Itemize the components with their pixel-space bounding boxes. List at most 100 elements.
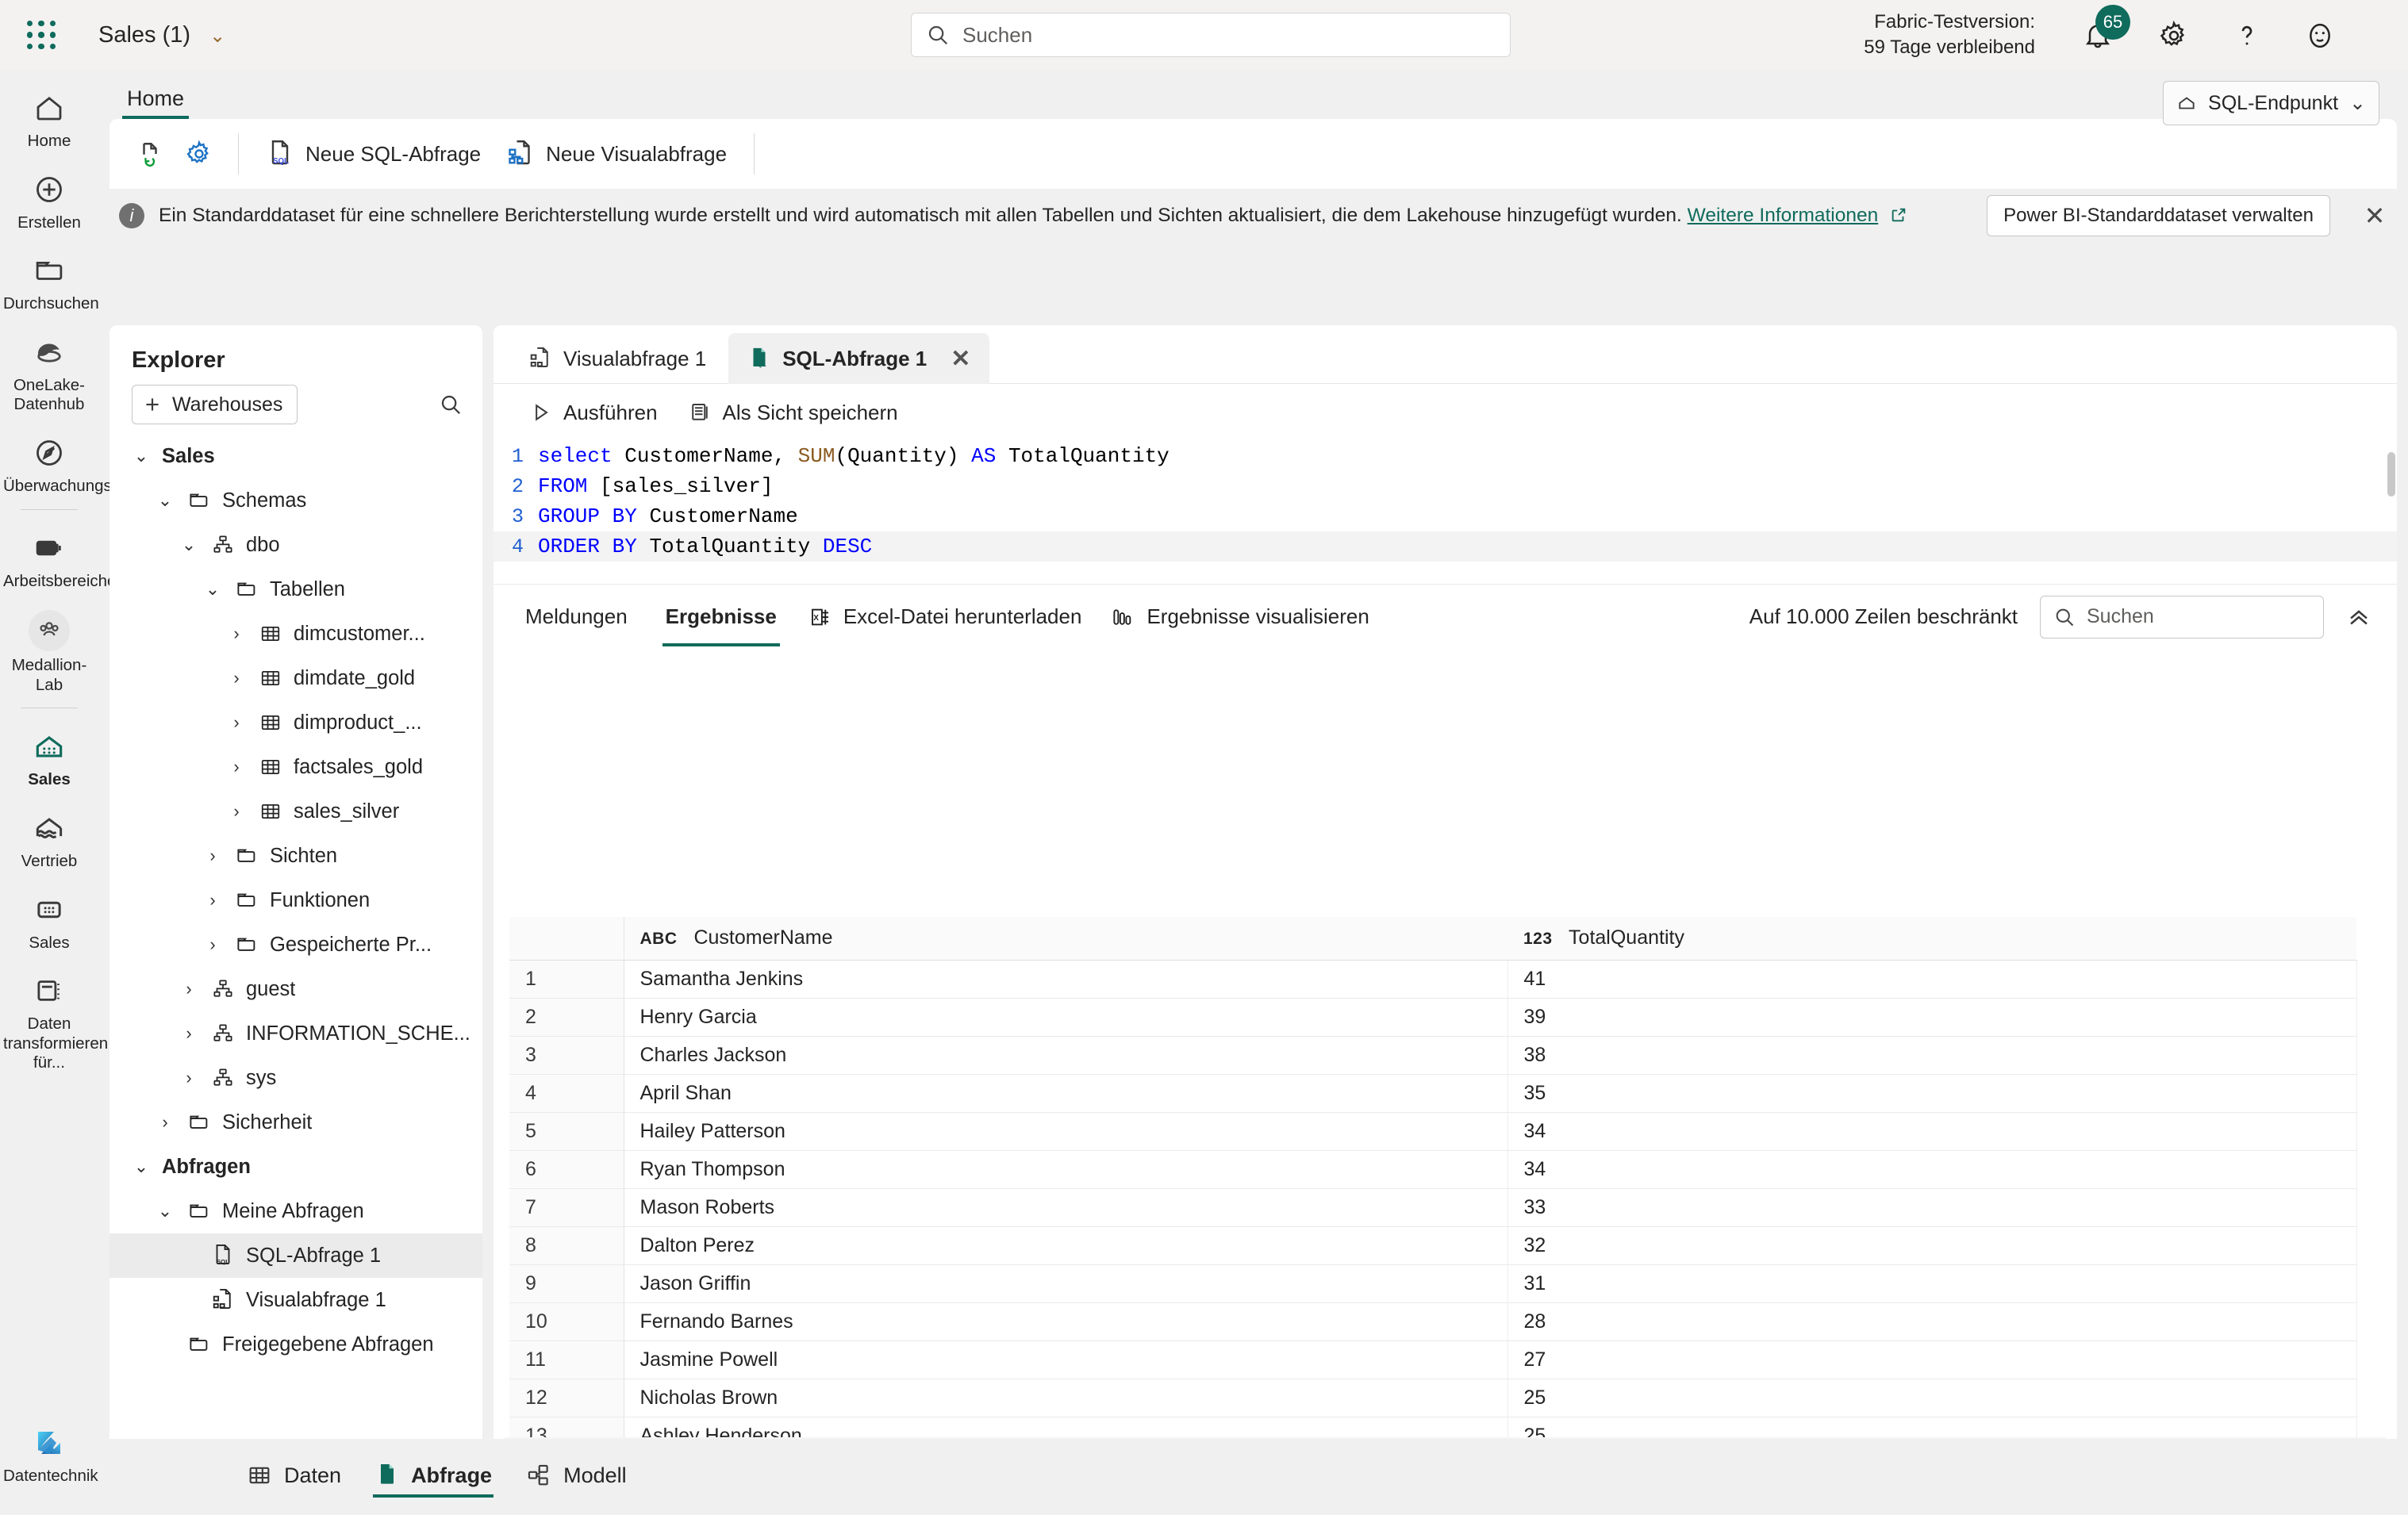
cell-totalquantity[interactable]: 41 [1507,960,2357,999]
code-line[interactable]: 4 ORDER BY TotalQuantity DESC [494,531,2397,562]
cell-customername[interactable]: Mason Roberts [624,1188,1508,1227]
chevron-double-up-icon[interactable] [2341,600,2376,635]
column-header-totalquantity[interactable]: 123 TotalQuantity [1507,917,2356,961]
chevron-right-icon[interactable]: › [202,934,224,955]
sidebar-item-medallion-lab[interactable]: Medallion-Lab [0,602,98,700]
cell-totalquantity[interactable]: 32 [1507,1226,2357,1265]
cell-totalquantity[interactable]: 39 [1507,998,2357,1037]
notification-badge[interactable]: 65 [2095,5,2130,40]
tab-home[interactable]: Home [122,86,190,119]
results-search-input[interactable]: Suchen [2040,595,2324,639]
tree-item-dimdate-gold[interactable]: › dimdate_gold [109,656,482,700]
tree-item-sales[interactable]: ⌄ Sales [109,434,482,478]
sidebar-item-sales-lakehouse[interactable]: Sales [0,719,98,795]
cell-customername[interactable]: Jason Griffin [624,1264,1508,1303]
cell-totalquantity[interactable]: 34 [1507,1150,2357,1189]
download-excel-button[interactable]: X Excel-Datei herunterladen [808,604,1081,629]
table-row[interactable]: 9 Jason Griffin 31 [509,1264,2357,1303]
sql-editor[interactable]: 1 select CustomerName, SUM(Quantity) AS T… [494,441,2397,584]
sidebar-item-sales-dataset[interactable]: Sales [0,883,98,958]
cell-customername[interactable]: Charles Jackson [624,1036,1508,1075]
table-row[interactable]: 11 Jasmine Powell 27 [509,1340,2357,1379]
external-link-icon[interactable] [1890,205,1907,226]
table-row[interactable]: 2 Henry Garcia 39 [509,998,2357,1037]
code-line[interactable]: 3 GROUP BY CustomerName [494,501,2397,531]
cell-totalquantity[interactable]: 27 [1507,1340,2357,1379]
chevron-down-icon[interactable]: ⌄ [178,535,200,555]
close-icon[interactable]: ✕ [2359,200,2391,232]
cell-totalquantity[interactable]: 33 [1507,1188,2357,1227]
save-as-view-button[interactable]: Als Sicht speichern [677,394,909,431]
table-row[interactable]: 1 Samantha Jenkins 41 [509,960,2357,999]
code-line[interactable]: 1 select CustomerName, SUM(Quantity) AS T… [494,441,2397,471]
chevron-right-icon[interactable]: › [178,1068,200,1088]
chevron-right-icon[interactable]: › [225,668,248,688]
workspace-selector[interactable]: Sales (1) ⌄ [98,22,225,48]
chevron-right-icon[interactable]: › [202,890,224,911]
cell-customername[interactable]: Fernando Barnes [624,1302,1508,1341]
refresh-file-icon[interactable] [127,131,173,177]
new-sql-query-button[interactable]: SQL Neue SQL-Abfrage [255,132,492,176]
results-grid[interactable]: ABC CustomerName 123 TotalQuantity 1 Sama… [509,917,2397,1480]
cell-totalquantity[interactable]: 25 [1507,1379,2357,1417]
code-line[interactable]: 2 FROM [sales_silver] [494,471,2397,501]
chevron-right-icon[interactable]: › [225,712,248,733]
chevron-down-icon[interactable]: ⌄ [202,579,224,600]
cell-customername[interactable]: Hailey Patterson [624,1112,1508,1151]
smiley-icon[interactable] [2299,14,2341,57]
table-row[interactable]: 12 Nicholas Brown 25 [509,1379,2357,1417]
gear-icon[interactable] [176,131,222,177]
search-icon[interactable] [433,387,468,422]
table-row[interactable]: 8 Dalton Perez 32 [509,1226,2357,1265]
tree-item-information-sche[interactable]: › INFORMATION_SCHE... [109,1011,482,1056]
column-header-customername[interactable]: ABC CustomerName [624,917,1507,961]
table-row[interactable]: 5 Hailey Patterson 34 [509,1112,2357,1151]
sidebar-item-erstellen[interactable]: Erstellen [0,163,98,238]
tab-sql-abfrage-1[interactable]: SQL SQL-Abfrage 1 ✕ [728,333,990,384]
chevron-down-icon[interactable]: ⌄ [154,1201,176,1222]
cell-customername[interactable]: Henry Garcia [624,998,1508,1037]
add-warehouses-button[interactable]: Warehouses [132,385,298,424]
chevron-right-icon[interactable]: › [225,623,248,644]
tree-item-sys[interactable]: › sys [109,1056,482,1100]
editor-scrollbar[interactable] [2387,452,2395,497]
cell-customername[interactable]: April Shan [624,1074,1508,1113]
sidebar-item-durchsuchen[interactable]: Durchsuchen [0,244,99,319]
tree-item-guest[interactable]: › guest [109,967,482,1011]
chevron-right-icon[interactable]: › [154,1112,176,1133]
chevron-right-icon[interactable]: › [178,1023,200,1044]
tree-item-funktionen[interactable]: › Funktionen [109,878,482,922]
sidebar-item-monitoring-hub[interactable]: Überwachungshub [0,426,139,501]
tab-ergebnisse[interactable]: Ergebnisse [659,604,783,646]
sidebar-item-vertrieb[interactable]: Vertrieb [0,801,98,876]
tree-item-dimproduct[interactable]: › dimproduct_... [109,700,482,745]
app-launcher-icon[interactable] [17,11,65,59]
cell-totalquantity[interactable]: 35 [1507,1074,2357,1113]
cell-totalquantity[interactable]: 28 [1507,1302,2357,1341]
visualize-results-button[interactable]: Ergebnisse visualisieren [1110,604,1369,629]
cell-customername[interactable]: Samantha Jenkins [624,960,1508,999]
tab-meldungen[interactable]: Meldungen [519,604,634,629]
tree-item-visualabfrage-1[interactable]: Visualabfrage 1 [109,1278,482,1322]
tree-item-sales-silver[interactable]: › sales_silver [109,789,482,834]
tab-visualabfrage-1[interactable]: Visualabfrage 1 [509,333,725,384]
cell-totalquantity[interactable]: 31 [1507,1264,2357,1303]
tree-item-meine-abfragen[interactable]: ⌄ Meine Abfragen [109,1189,482,1233]
sidebar-item-onelake-datahub[interactable]: OneLake-Datenhub [0,325,98,420]
mode-daten[interactable]: Daten [233,1454,354,1500]
cell-customername[interactable]: Jasmine Powell [624,1340,1508,1379]
mode-abfrage[interactable]: Abfrage [362,1453,505,1501]
tree-item-abfragen[interactable]: ⌄ Abfragen [109,1145,482,1189]
gear-icon[interactable] [2153,14,2195,57]
sidebar-item-home[interactable]: Home [0,81,98,156]
cell-customername[interactable]: Dalton Perez [624,1226,1508,1265]
mode-modell[interactable]: Modell [513,1454,639,1500]
run-button[interactable]: Ausführen [519,394,669,431]
tree-item-sichten[interactable]: › Sichten [109,834,482,878]
tree-item-factsales-gold[interactable]: › factsales_gold [109,745,482,789]
tree-item-sql-abfrage-1[interactable]: SQL SQL-Abfrage 1 [109,1233,482,1278]
tree-item-dbo[interactable]: ⌄ dbo [109,523,482,567]
table-row[interactable]: 4 April Shan 35 [509,1074,2357,1113]
chevron-down-icon[interactable]: ⌄ [130,446,152,466]
question-icon[interactable] [2226,14,2268,57]
